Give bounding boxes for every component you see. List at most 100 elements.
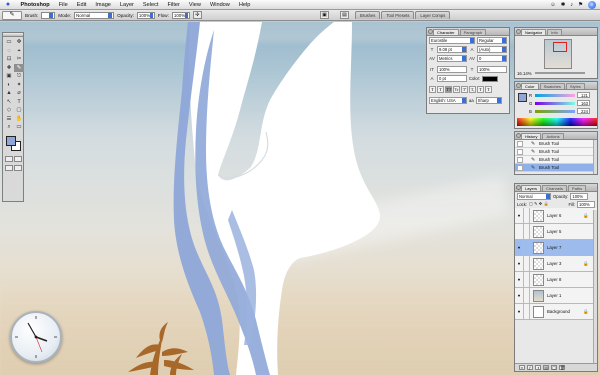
strikethrough-button[interactable]: T <box>485 86 492 93</box>
menu-help[interactable]: Help <box>234 2 255 8</box>
tab-info[interactable]: Info <box>547 29 562 35</box>
table-row[interactable]: ● Layer 7 <box>515 240 597 256</box>
eyedropper-tool-icon[interactable]: ✋ <box>14 115 24 124</box>
tab-history[interactable]: History <box>521 133 542 139</box>
history-scrollbar[interactable] <box>593 140 597 174</box>
trash-icon[interactable]: 🗑 <box>559 365 565 370</box>
layer-link-cell[interactable] <box>524 304 530 319</box>
layer-name[interactable]: Layer 1 <box>547 293 561 298</box>
healing-brush-tool-icon[interactable]: ✚ <box>4 64 14 73</box>
tab-layer-comps[interactable]: Layer Comps <box>415 11 451 19</box>
marquee-tool-icon[interactable]: ▭ <box>4 38 14 47</box>
navigator-thumbnail[interactable] <box>544 39 572 69</box>
tab-swatches[interactable]: Swatches <box>539 83 565 89</box>
eraser-tool-icon[interactable]: ◐ <box>4 81 14 90</box>
magic-wand-tool-icon[interactable]: ⌖ <box>14 47 24 56</box>
blur-tool-icon[interactable]: ▲ <box>4 89 14 98</box>
layer-name[interactable]: Layer 6 <box>547 213 561 218</box>
navigator-view-box[interactable] <box>553 42 567 52</box>
tab-channels[interactable]: Channels <box>542 185 567 191</box>
full-screen-button[interactable] <box>14 164 22 171</box>
table-row[interactable]: ● Layer 6 🔒 <box>515 208 597 224</box>
table-row[interactable]: ● Layer 3 🔒 <box>515 256 597 272</box>
fill-field[interactable]: 100% <box>577 200 595 208</box>
eye-icon[interactable]: ● <box>515 272 524 287</box>
layer-link-cell[interactable] <box>524 256 530 271</box>
apple-menu-icon[interactable]: ● <box>0 1 16 8</box>
shape-tool-icon[interactable]: ▢ <box>14 106 24 115</box>
close-icon[interactable] <box>428 29 433 34</box>
history-source-checkbox[interactable] <box>517 149 523 155</box>
baseline-shift-field[interactable]: 0 pt <box>437 75 467 82</box>
green-slider[interactable] <box>535 101 575 105</box>
list-item[interactable]: ✎ Brush Tool <box>515 140 597 148</box>
tab-navigator[interactable]: Navigator <box>521 29 547 35</box>
tab-paragraph[interactable]: Paragraph <box>459 29 487 35</box>
brush-tool-icon[interactable]: ✎ <box>14 63 24 72</box>
adjustment-layer-icon[interactable]: ▤ <box>543 365 549 370</box>
zoom-level[interactable]: 16.14% <box>517 71 532 76</box>
eye-icon[interactable]: ● <box>515 288 524 303</box>
standard-screen-button[interactable] <box>5 164 13 171</box>
crop-tool-icon[interactable]: ⊡ <box>4 55 14 64</box>
move-tool-icon[interactable]: ✥ <box>14 38 24 47</box>
quick-mask-button[interactable] <box>14 155 22 162</box>
color-chip[interactable] <box>518 93 527 102</box>
close-icon[interactable] <box>516 133 521 138</box>
layer-link-cell[interactable] <box>524 272 530 287</box>
faux-italic-button[interactable]: T <box>437 86 444 93</box>
layer-name[interactable]: Layer 3 <box>547 261 561 266</box>
tab-character[interactable]: Character <box>433 29 459 35</box>
gradient-tool-icon[interactable]: ✦ <box>14 81 24 90</box>
menu-file[interactable]: File <box>54 2 72 8</box>
close-icon[interactable] <box>516 29 521 34</box>
history-source-checkbox[interactable] <box>517 165 523 171</box>
layer-name[interactable]: Layer 7 <box>547 245 561 250</box>
menu-photoshop[interactable]: Photoshop <box>16 2 54 8</box>
small-caps-button[interactable]: Tr <box>453 86 460 93</box>
flow-field[interactable]: 100% <box>171 11 190 19</box>
tab-brushes[interactable]: Brushes <box>355 11 381 19</box>
layer-name[interactable]: Background <box>547 309 570 314</box>
red-slider[interactable] <box>535 93 575 97</box>
brush-indicator-cell[interactable] <box>524 240 530 255</box>
tracking-field[interactable]: 0 <box>477 55 507 62</box>
bluetooth-icon[interactable]: ✱ <box>561 2 566 8</box>
blue-value[interactable]: 224 <box>577 108 590 114</box>
layer-name[interactable]: Layer 8 <box>547 277 561 282</box>
eye-icon[interactable]: ● <box>515 304 524 319</box>
standard-mode-button[interactable] <box>5 155 13 162</box>
menu-view[interactable]: View <box>184 2 205 8</box>
layer-opacity-field[interactable]: 100% <box>570 192 589 200</box>
spotlight-icon[interactable]: ⌕ <box>588 1 596 9</box>
list-item[interactable]: ✎ Brush Tool <box>515 164 597 172</box>
type-tool-icon[interactable]: T <box>14 98 24 107</box>
table-row[interactable]: ● Layer 8 <box>515 272 597 288</box>
link-layers-icon[interactable]: ∞ <box>519 365 525 370</box>
list-item[interactable]: ✎ Brush Tool <box>515 156 597 164</box>
color-spectrum-ramp[interactable] <box>517 118 597 126</box>
green-value[interactable]: 163 <box>577 100 590 106</box>
zoom-tool-icon[interactable]: ▭ <box>14 123 24 132</box>
antialias-select[interactable]: Sharp <box>475 97 502 104</box>
mode-select[interactable]: Normal <box>74 11 115 19</box>
horizontal-scale-field[interactable]: 100% <box>477 66 507 73</box>
foreground-color-swatch[interactable] <box>6 135 16 146</box>
palette-well-toggle-button[interactable]: ▣ <box>320 11 329 19</box>
menu-edit[interactable]: Edit <box>72 2 91 8</box>
lasso-tool-icon[interactable]: ◌ <box>4 47 14 56</box>
hand-tool-icon[interactable]: ⌕ <box>4 123 14 132</box>
tool-preset-picker[interactable]: ✎ <box>2 10 22 20</box>
menu-image[interactable]: Image <box>91 2 116 8</box>
zoom-slider[interactable] <box>535 72 585 74</box>
layer-name[interactable]: Layer 5 <box>547 229 561 234</box>
faux-bold-button[interactable]: T <box>429 86 436 93</box>
eye-icon[interactable]: ● <box>515 208 524 223</box>
layer-link-cell[interactable] <box>524 288 530 303</box>
layer-link-cell[interactable] <box>524 224 530 239</box>
table-row[interactable]: ● Background 🔒 <box>515 304 597 320</box>
eye-icon[interactable]: ● <box>515 256 524 271</box>
menu-window[interactable]: Window <box>205 2 234 8</box>
font-size-field[interactable]: 9.08 pt <box>437 46 467 53</box>
tab-layers[interactable]: Layers <box>521 185 542 191</box>
